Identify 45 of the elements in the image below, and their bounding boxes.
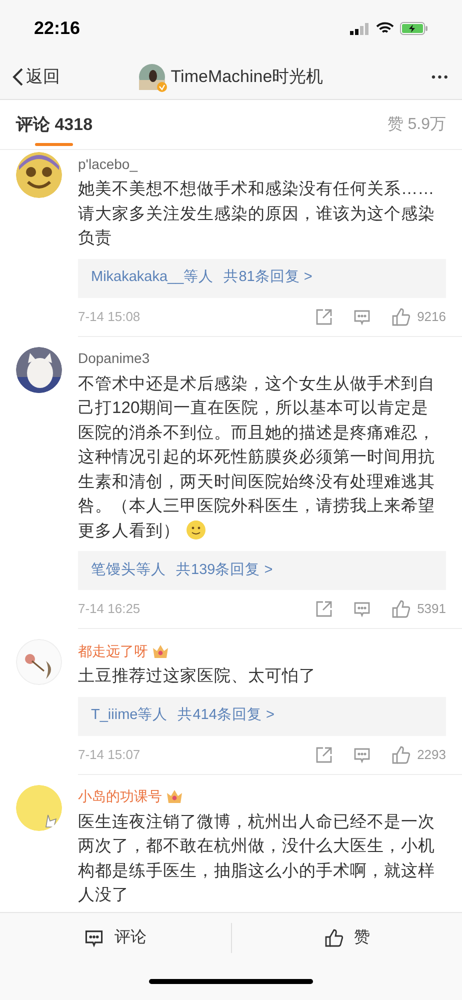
like-count: 2293 (417, 746, 446, 764)
replier-names: T_iiime等人 (91, 706, 168, 726)
username[interactable]: 都走远了呀 (78, 640, 148, 662)
signal-icon (350, 22, 370, 34)
share-icon[interactable] (315, 746, 334, 764)
comment-button[interactable]: 评论 (0, 923, 232, 953)
comment-text: 医生连夜注销了微博，杭州出人命已经不是一次两次了，都不敢在杭州做，没什么大医生，小机构都是练手医生，抽脂这么小的手术啊，就这样人没了 (78, 810, 436, 906)
reply-count: 共139条回复 > (176, 560, 273, 580)
crown-icon (152, 644, 169, 658)
comment-text: 不管术中还是术后感染，这个女生从做手术到自己打120期间一直在医院，所以基本可以肯定是医院的消杀不到位。而且她的描述是疼痛难忍，这种情况引起的坏死性筋膜炎必须第一时间用抗生素和清创，两天时间医院始终没有处理难逃其咎。（本人三甲医院外科医生，请捞我上来希望更多人看到） (78, 372, 436, 542)
username[interactable]: p'lacebo_ (78, 154, 138, 174)
battery-icon (400, 22, 428, 35)
crown-icon (166, 789, 183, 804)
comment-time: 7-14 15:08 (78, 308, 142, 326)
share-icon[interactable] (315, 308, 334, 326)
chevron-left-icon (12, 67, 24, 87)
replies-link[interactable]: Mikakakaka__等人 共81条回复 > (78, 258, 446, 298)
thumbs-up-icon[interactable] (324, 928, 344, 948)
reply-count: 共81条回复 > (224, 268, 312, 288)
username[interactable]: 小岛的功课号 (78, 786, 162, 807)
comment-time: 7-14 15:07 (78, 746, 142, 764)
replier-names: 笔馒头等人 (91, 560, 166, 580)
wifi-icon (376, 22, 394, 35)
reply-count: 共414条回复 > (178, 706, 274, 726)
thumbs-up-icon[interactable] (391, 744, 412, 764)
thumbs-up-icon[interactable] (391, 306, 412, 326)
comment-icon[interactable] (84, 928, 104, 948)
comment-text: 土豆推荐过这家医院、太可怕了 (78, 665, 317, 687)
replies-link[interactable]: T_iiime等人 共414条回复 > (78, 696, 446, 736)
clock: 22:16 (34, 17, 80, 40)
thumbs-up-icon[interactable] (391, 599, 412, 619)
more-button[interactable]: ••• (350, 68, 450, 86)
page-title: TimeMachine时光机 (170, 66, 324, 88)
smiley-icon (186, 520, 206, 540)
comments-tab[interactable]: 评论 4318 (16, 100, 93, 149)
replies-link[interactable]: 笔馒头等人 共139条回复 > (78, 551, 446, 590)
comment-time: 7-14 16:25 (78, 600, 142, 618)
like-button[interactable]: 赞 (232, 926, 462, 950)
share-icon[interactable] (315, 600, 334, 618)
back-button[interactable]: 返回 (12, 64, 112, 90)
like-count: 5391 (417, 600, 446, 618)
replier-names: Mikakakaka__等人 (91, 268, 214, 288)
username[interactable]: Dopanime3 (78, 348, 150, 369)
like-count: 9216 (417, 308, 446, 326)
comment-text: 她美不美想不想做手术和感染没有任何关系……请大家多关注发生感染的原因，谁该为这个感染负责 (78, 178, 436, 249)
